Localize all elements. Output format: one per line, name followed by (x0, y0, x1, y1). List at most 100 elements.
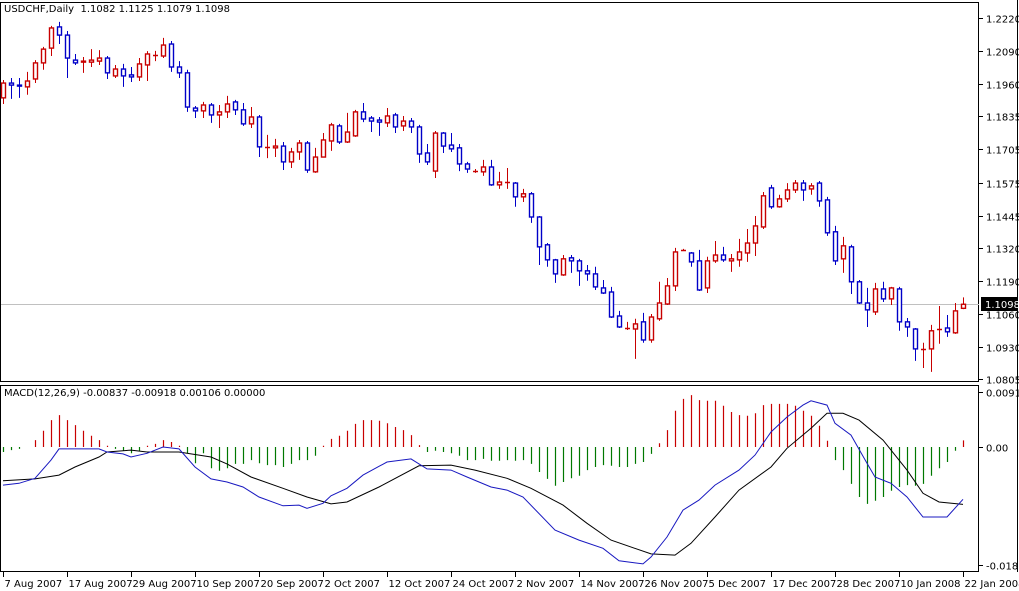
candle-body (88, 59, 95, 63)
low-value: 1.1079 (156, 4, 192, 15)
candle-body (528, 193, 535, 218)
date-label: 7 Aug 2007 (5, 579, 63, 590)
candle-body (272, 145, 279, 149)
candle-body (632, 323, 639, 330)
candle-body (664, 285, 671, 305)
candle-70 (560, 255, 567, 276)
date-label: 22 Jan 2008 (965, 579, 1019, 590)
candle-96 (768, 184, 775, 209)
candle-body (240, 109, 247, 125)
candle-body (896, 288, 903, 323)
chart-canvas[interactable]: 1.2220 1.2090 1.1960 1.1835 1.1705 1.1575 1.14… (0, 0, 1019, 591)
candle-body (768, 187, 775, 208)
candle-81 (648, 313, 655, 343)
date-label: 10 Jan 2008 (901, 579, 961, 590)
price-tick-label: 1.0805 (986, 376, 1019, 387)
candle-body (192, 107, 199, 112)
candle-body (784, 189, 791, 200)
candle-body (824, 199, 831, 234)
candle-body (760, 195, 767, 228)
price-tick-label: 1.2220 (986, 15, 1019, 26)
candle-body (168, 43, 175, 68)
candle-body (704, 260, 711, 289)
candle-body (320, 139, 327, 158)
macd-value-4: 0.00000 (224, 388, 266, 399)
candle-body (16, 84, 23, 87)
price-tick-label: 1.1835 (986, 113, 1019, 124)
candle-body (32, 62, 39, 80)
candle-body (856, 281, 863, 304)
candle-body (392, 114, 399, 128)
candle-body (408, 120, 415, 128)
candle-body (144, 53, 151, 66)
candle-body (336, 125, 343, 143)
current-price-label: 1.1098 (985, 300, 1019, 311)
candle-body (232, 101, 239, 111)
candle-body (112, 68, 119, 77)
candle-body (384, 115, 391, 124)
candle-body (872, 288, 879, 313)
candle-body (0, 82, 7, 99)
macd-header: MACD(12,26,9) -0.00837 -0.00918 0.00106 … (4, 388, 265, 399)
candle-body (744, 242, 751, 254)
candle-body (720, 254, 727, 261)
candle-body (440, 132, 447, 147)
date-axis: 7 Aug 2007 17 Aug 2007 29 Aug 2007 10 Sep 2… (3, 572, 1019, 590)
candle-body (880, 288, 887, 300)
candle-body (616, 315, 623, 328)
candle-body (536, 216, 543, 248)
candle-76 (608, 286, 615, 319)
candle-88 (704, 256, 711, 294)
candle-body (464, 163, 471, 170)
candle-body (296, 142, 303, 153)
candle-body (520, 193, 527, 198)
price-tick-label: 1.1320 (986, 245, 1019, 256)
candle-body (816, 182, 823, 202)
candle-body (808, 185, 815, 190)
candle-body (160, 44, 167, 57)
date-label: 24 Oct 2007 (453, 579, 515, 590)
symbol-label: USDCHF,Daily (4, 4, 75, 15)
price-tick-label: 1.1190 (986, 278, 1019, 289)
candle-body (376, 119, 383, 123)
candle-body (80, 60, 87, 63)
candle-body (128, 74, 135, 78)
candle-body (48, 27, 55, 49)
candle-body (736, 251, 743, 261)
date-label: 12 Oct 2007 (389, 579, 451, 590)
candle-body (800, 182, 807, 191)
price-axis: 1.2220 1.2090 1.1960 1.1835 1.1705 1.1575 1.14… (979, 15, 1019, 387)
candle-body (776, 198, 783, 208)
macd-tick-label: 0.00 (986, 444, 1008, 455)
candle-body (8, 82, 15, 86)
candle-body (216, 111, 223, 116)
candle-body (648, 316, 655, 341)
candle-body (544, 244, 551, 261)
candle-4 (32, 60, 39, 84)
candle-42 (336, 123, 343, 145)
candle-body (672, 251, 679, 287)
candle-body (176, 66, 183, 74)
candle-body (400, 120, 407, 127)
candle-body (448, 144, 455, 150)
date-label: 29 Aug 2007 (133, 579, 197, 590)
candle-body (200, 104, 207, 112)
candle-body (136, 63, 143, 78)
candle-body (56, 26, 63, 36)
candle-body (712, 254, 719, 262)
price-tick-label: 1.0930 (986, 344, 1019, 355)
candle-body (960, 303, 967, 310)
candle-body (120, 68, 127, 77)
candle-body (752, 225, 759, 244)
candle-body (184, 72, 191, 108)
candle-body (840, 245, 847, 260)
macd-name: MACD(12,26,9) (4, 388, 80, 399)
price-tick-label: 1.1960 (986, 81, 1019, 92)
candle-54 (432, 131, 439, 178)
candle-104 (832, 225, 839, 265)
candle-107 (856, 280, 863, 304)
candle-body (488, 166, 495, 186)
candle-21 (168, 40, 175, 72)
candle-95 (760, 191, 767, 229)
candle-23 (184, 69, 191, 112)
